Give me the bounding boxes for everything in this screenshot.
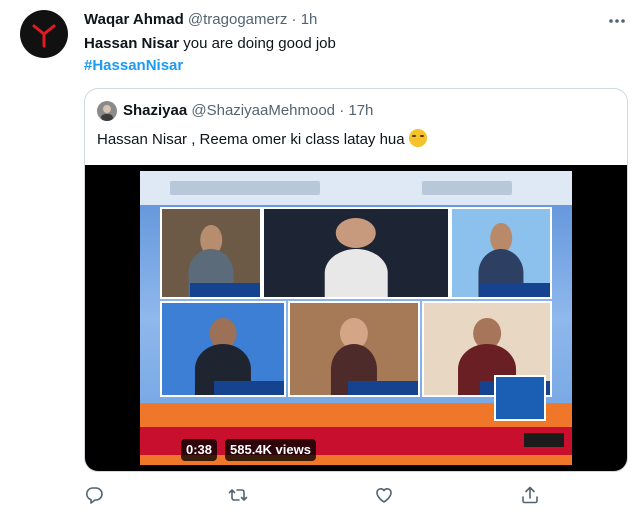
avatar-logo-icon bbox=[32, 24, 56, 48]
quote-avatar-icon bbox=[101, 105, 113, 121]
separator: · bbox=[291, 11, 297, 28]
quote-timestamp[interactable]: 17h bbox=[348, 102, 373, 119]
video-tile-3 bbox=[450, 207, 552, 299]
quote-text-body: Hassan Nisar , Reema omer ki class latay… bbox=[97, 131, 405, 148]
video-tile-1 bbox=[160, 207, 262, 299]
quote-avatar[interactable] bbox=[97, 101, 117, 121]
reply-icon[interactable] bbox=[84, 485, 104, 505]
video-duration: 0:38 bbox=[181, 439, 218, 461]
ticker-clock bbox=[524, 433, 564, 447]
hashtag-link[interactable]: #HassanNisar bbox=[84, 56, 183, 76]
video-views: 585.4K views bbox=[225, 439, 316, 461]
tweet-text: Hassan Nisar you are doing good job bbox=[84, 34, 336, 54]
broadcast-top-strip bbox=[140, 171, 572, 205]
action-bar bbox=[0, 485, 640, 507]
quote-text: Hassan Nisar , Reema omer ki class latay… bbox=[97, 129, 427, 150]
quoted-tweet[interactable]: Shaziyaa @ShaziyaaMehmood · 17h Hassan N… bbox=[84, 88, 628, 472]
video-tile-2 bbox=[262, 207, 450, 299]
quote-separator: · bbox=[339, 102, 345, 119]
more-icon[interactable] bbox=[606, 10, 628, 32]
retweet-icon[interactable] bbox=[228, 485, 248, 505]
share-icon[interactable] bbox=[520, 485, 540, 505]
quote-header: Shaziyaa @ShaziyaaMehmood · 17h bbox=[123, 101, 373, 121]
timestamp[interactable]: 1h bbox=[301, 11, 318, 28]
tweet-text-rest: you are doing good job bbox=[179, 35, 336, 52]
like-icon[interactable] bbox=[374, 485, 394, 505]
video-tile-5 bbox=[288, 301, 420, 397]
video-tile-4 bbox=[160, 301, 286, 397]
video-frame bbox=[140, 171, 572, 465]
quote-author-name[interactable]: Shaziyaa bbox=[123, 102, 187, 119]
author-name[interactable]: Waqar Ahmad bbox=[84, 11, 184, 28]
channel-logo bbox=[494, 375, 546, 421]
avatar[interactable] bbox=[20, 10, 68, 58]
tweet-text-bold: Hassan Nisar bbox=[84, 35, 180, 52]
laughing-emoji-icon bbox=[408, 129, 427, 147]
quote-author-handle[interactable]: @ShaziyaaMehmood bbox=[191, 102, 335, 119]
author-handle[interactable]: @tragogamerz bbox=[188, 11, 287, 28]
tweet-header: Waqar Ahmad @tragogamerz · 1h bbox=[84, 10, 317, 30]
tweet[interactable]: Waqar Ahmad @tragogamerz · 1h Hassan Nis… bbox=[0, 0, 640, 527]
video-player[interactable] bbox=[85, 165, 627, 471]
